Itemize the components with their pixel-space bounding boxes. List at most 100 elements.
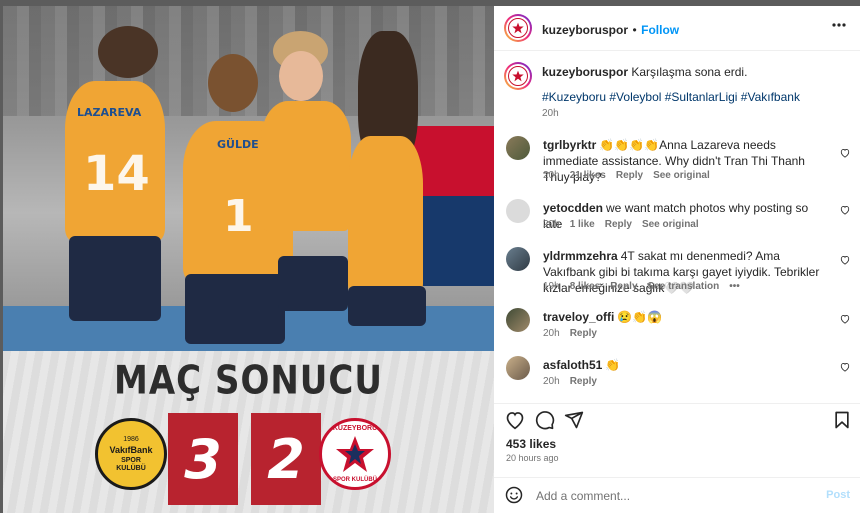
reply-button[interactable]: Reply: [570, 376, 597, 387]
comment-body: traveloy_offi 😢👏😱: [543, 309, 813, 325]
comment-item: yetocdden we want match photos why postin…: [504, 199, 854, 239]
logo-name: VakıfBank: [109, 444, 153, 455]
comment-meta: 19h 8 likes Reply See translation •••: [543, 281, 750, 292]
comment-time: 20h: [543, 219, 560, 230]
heart-icon[interactable]: [840, 205, 850, 215]
comment-item: traveloy_offi 😢👏😱 20h Reply: [504, 308, 854, 348]
logo-ring-bottom: SPOR KULÜBÜ: [332, 477, 377, 483]
smiley-icon[interactable]: [505, 486, 523, 504]
comment-body: asfaloth51 👏: [543, 357, 813, 373]
star-icon: [512, 22, 524, 34]
comment-time: 20h: [543, 376, 560, 387]
hashtags[interactable]: #Kuzeyboru #Voleybol #SultanlarLigi #Vak…: [542, 90, 800, 104]
comment-text: 👏: [605, 358, 621, 372]
heart-icon[interactable]: [840, 314, 850, 324]
away-score: 2: [251, 413, 321, 505]
comment-time: 19h: [543, 281, 560, 292]
commenter-avatar[interactable]: [506, 308, 530, 332]
comment-username[interactable]: yldrmmzehra: [543, 249, 618, 263]
caption-avatar[interactable]: [504, 62, 532, 90]
commenter-avatar[interactable]: [506, 247, 530, 271]
see-translation-button[interactable]: See translation: [648, 281, 720, 292]
caption-time: 20h: [542, 108, 559, 119]
share-send-icon[interactable]: [564, 410, 584, 430]
avatar-inner: [506, 16, 530, 40]
account-avatar[interactable]: [504, 14, 532, 42]
logo-year: 1986: [123, 435, 139, 443]
comment-meta: 20h 21 likes Reply See original: [543, 170, 720, 181]
player-shorts: [348, 286, 426, 326]
comment-bubble-icon[interactable]: [535, 410, 555, 430]
post-media[interactable]: LAZAREVA 14 GÜLDE 1 MAÇ SONUCU 1986 Vakı…: [3, 6, 494, 513]
home-score: 3: [168, 413, 238, 505]
post-comment-button[interactable]: Post: [826, 489, 850, 501]
comment-time: 20h: [543, 170, 560, 181]
player-shorts: [278, 256, 348, 311]
post-side-panel: kuzeyboruspor • Follow kuzeyboruspor Kar…: [494, 6, 860, 513]
player-shorts: [185, 274, 285, 344]
jersey-name: GÜLDE: [217, 138, 259, 151]
player-jersey: [261, 101, 351, 231]
jersey-number: 14: [83, 146, 150, 202]
reply-button[interactable]: Reply: [616, 170, 643, 181]
post-time: 20 hours ago: [506, 453, 559, 463]
save-bookmark-icon[interactable]: [832, 410, 852, 430]
logo-sub: KULÜBÜ: [116, 464, 146, 472]
reply-button[interactable]: Reply: [570, 328, 597, 339]
player-hair: [98, 26, 158, 78]
player-face: [279, 51, 323, 101]
heart-icon[interactable]: [840, 362, 850, 372]
commenter-avatar[interactable]: [506, 199, 530, 223]
comment-likes[interactable]: 1 like: [570, 219, 595, 230]
likes-count[interactable]: 453 likes: [506, 437, 556, 451]
avatar-logo: [508, 18, 528, 38]
player-hair: [208, 54, 258, 112]
comment-item: yldrmmzehra 4T sakat mı denenmedi? Ama Va…: [504, 247, 854, 297]
team-photo: LAZAREVA 14 GÜLDE 1: [3, 6, 494, 351]
result-title: MAÇ SONUCU: [114, 358, 383, 404]
kuzeyboru-logo: KUZEYBORU SPOR KULÜBÜ: [319, 418, 391, 490]
comment-username[interactable]: traveloy_offi: [543, 310, 614, 324]
comment-username[interactable]: yetocdden: [543, 201, 603, 215]
caption-text: Karşılaşma sona erdi.: [631, 65, 748, 79]
caption-username[interactable]: kuzeyboruspor: [542, 65, 628, 79]
comment-username[interactable]: asfaloth51: [543, 358, 602, 372]
separator-dot: •: [632, 23, 637, 37]
caption: kuzeyboruspor Karşılaşma sona erdi.: [542, 64, 842, 80]
follow-button[interactable]: Follow: [641, 23, 679, 37]
comment-likes[interactable]: 8 likes: [570, 281, 601, 292]
arena-banner-blue: [413, 196, 494, 286]
player-shorts: [69, 236, 161, 321]
reply-button[interactable]: Reply: [605, 219, 632, 230]
vakifbank-logo: 1986 VakıfBank SPOR KULÜBÜ: [95, 418, 167, 490]
comment-likes[interactable]: 21 likes: [570, 170, 606, 181]
comment-meta: 20h Reply: [543, 328, 607, 339]
header-text: kuzeyboruspor • Follow: [542, 21, 679, 39]
avatar-logo: [508, 66, 528, 86]
see-original-button[interactable]: See original: [642, 219, 699, 230]
comment-item: asfaloth51 👏 20h Reply: [504, 356, 854, 396]
more-horizontal-icon[interactable]: [832, 18, 846, 37]
like-heart-icon[interactable]: [505, 410, 525, 430]
see-original-button[interactable]: See original: [653, 170, 710, 181]
commenter-avatar[interactable]: [506, 136, 530, 160]
header-username[interactable]: kuzeyboruspor: [542, 23, 628, 37]
more-options-icon[interactable]: •••: [729, 281, 740, 292]
post-actions: [494, 403, 860, 434]
avatar-inner: [506, 64, 530, 88]
comment-composer: Post: [494, 477, 860, 514]
star-icon: [512, 70, 524, 82]
comment-username[interactable]: tgrlbyrktr: [543, 138, 596, 152]
comment-item: tgrlbyrktr 👏👏👏👏Anna Lazareva needs immedi…: [504, 136, 854, 186]
star-icon: [336, 436, 374, 472]
post-header: kuzeyboruspor • Follow: [494, 6, 860, 51]
jersey-name: LAZAREVA: [77, 106, 142, 119]
comment-text: 😢👏😱: [617, 310, 663, 324]
comment-time: 20h: [543, 328, 560, 339]
reply-button[interactable]: Reply: [610, 281, 637, 292]
heart-icon[interactable]: [840, 255, 850, 265]
commenter-avatar[interactable]: [506, 356, 530, 380]
comment-meta: 20h 1 like Reply See original: [543, 219, 709, 230]
heart-icon[interactable]: [840, 148, 850, 158]
add-comment-input[interactable]: [534, 488, 808, 504]
